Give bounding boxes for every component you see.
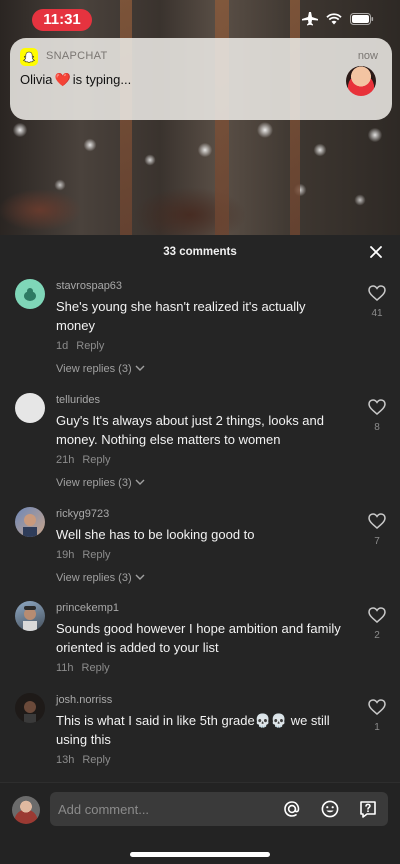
heart-icon <box>368 399 386 415</box>
comment-input[interactable] <box>58 792 278 826</box>
heart-icon <box>368 285 386 301</box>
comment-text: Sounds good however I hope ambition and … <box>56 621 341 655</box>
comment-username[interactable]: josh.norriss <box>56 694 112 706</box>
like-count: 8 <box>374 422 380 433</box>
comments-header: 33 comments <box>0 235 400 269</box>
comment-input-bar <box>0 782 400 836</box>
reply-button[interactable]: Reply <box>82 549 110 561</box>
home-indicator[interactable] <box>130 852 270 857</box>
avatar[interactable] <box>15 393 45 423</box>
comment-age: 11h <box>56 662 74 674</box>
comment-meta: 19h Reply <box>56 549 110 561</box>
comment-input-box[interactable] <box>50 792 388 826</box>
notification-app-name: SNAPCHAT <box>46 50 108 62</box>
view-replies-button[interactable]: View replies (3) <box>56 572 145 584</box>
chevron-down-icon <box>135 365 145 371</box>
comment-username[interactable]: princekemp1 <box>56 602 119 614</box>
emoji-icon[interactable] <box>320 799 340 819</box>
like-button[interactable]: 7 <box>368 513 386 547</box>
comments-count-title: 33 comments <box>163 246 237 258</box>
chevron-down-icon <box>135 574 145 580</box>
notification-sender: Olivia <box>20 72 53 87</box>
reply-button[interactable]: Reply <box>82 662 110 674</box>
like-count: 41 <box>371 308 383 319</box>
avatar[interactable] <box>15 693 45 723</box>
view-replies-label: View replies (3) <box>56 477 132 489</box>
heart-icon <box>368 699 386 715</box>
status-icons <box>302 12 374 26</box>
airplane-icon <box>302 12 318 26</box>
heart-emoji: ❤️ <box>54 72 71 87</box>
like-count: 7 <box>374 536 380 547</box>
status-time: 11:31 <box>32 9 92 31</box>
notification-message: Olivia ❤️ is typing... <box>20 72 131 88</box>
view-replies-button[interactable]: View replies (3) <box>56 363 145 375</box>
comment-meta: 1d Reply <box>56 340 104 352</box>
view-replies-label: View replies (3) <box>56 572 132 584</box>
notification-banner[interactable]: SNAPCHAT now Olivia ❤️ is typing... <box>10 38 392 120</box>
comment-meta: 13h Reply <box>56 754 110 766</box>
avatar[interactable] <box>15 601 45 631</box>
close-icon[interactable] <box>368 244 384 260</box>
comment-text: Well she has to be looking good to <box>56 527 255 542</box>
like-button[interactable]: 8 <box>368 399 386 433</box>
comments-panel: 33 comments stavrospap63 She's young she… <box>0 235 400 782</box>
comment-meta: 11h Reply <box>56 662 110 674</box>
avatar[interactable] <box>15 279 45 309</box>
snapchat-icon <box>20 48 38 66</box>
wifi-icon <box>326 13 342 25</box>
comment-username[interactable]: rickyg9723 <box>56 508 109 520</box>
like-count: 2 <box>374 630 380 641</box>
view-replies-label: View replies (3) <box>56 363 132 375</box>
comment-text: She's young she hasn't realized it's act… <box>56 299 306 333</box>
comment-age: 21h <box>56 454 75 466</box>
comment-text: This is what I said in like 5th grade💀💀 … <box>56 713 330 747</box>
like-count: 1 <box>374 722 380 733</box>
comment-age: 13h <box>56 754 75 766</box>
status-bar: 11:31 <box>0 0 400 40</box>
like-button[interactable]: 41 <box>368 285 386 319</box>
comment-text: Guy's It's always about just 2 things, l… <box>56 413 324 447</box>
avatar[interactable] <box>15 507 45 537</box>
heart-icon <box>368 607 386 623</box>
notification-time: now <box>357 50 378 62</box>
mention-icon[interactable] <box>282 799 302 819</box>
view-replies-button[interactable]: View replies (3) <box>56 477 145 489</box>
like-button[interactable]: 2 <box>368 607 386 641</box>
question-icon[interactable] <box>358 799 378 819</box>
comment-age: 1d <box>56 340 69 352</box>
chevron-down-icon <box>135 479 145 485</box>
reply-button[interactable]: Reply <box>76 340 104 352</box>
heart-icon <box>368 513 386 529</box>
current-user-avatar <box>12 796 40 824</box>
comment-username[interactable]: tellurides <box>56 394 100 406</box>
bitmoji-avatar <box>346 66 376 96</box>
battery-icon <box>350 13 374 25</box>
comment-meta: 21h Reply <box>56 454 110 466</box>
reply-button[interactable]: Reply <box>82 754 110 766</box>
bottom-safe-area <box>0 836 400 864</box>
notification-text: is typing... <box>72 72 132 87</box>
reply-button[interactable]: Reply <box>82 454 110 466</box>
comment-username[interactable]: stavrospap63 <box>56 280 122 292</box>
comment-age: 19h <box>56 549 75 561</box>
like-button[interactable]: 1 <box>368 699 386 733</box>
